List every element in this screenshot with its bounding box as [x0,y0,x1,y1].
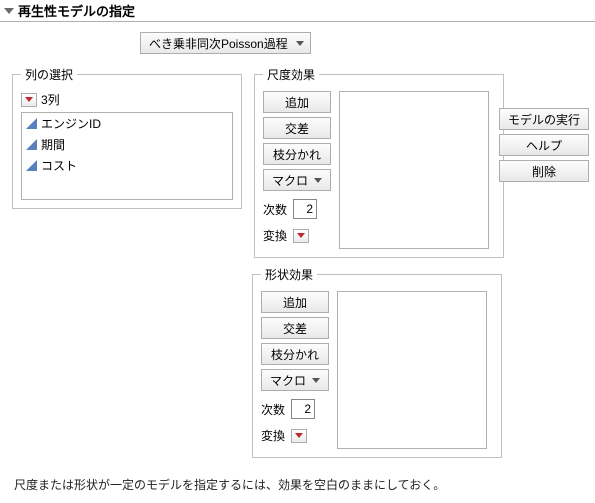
list-item[interactable]: コスト [22,155,232,176]
column-item-label: コスト [41,157,77,174]
red-triangle-icon [295,433,303,438]
shape-effects-legend: 形状効果 [261,266,317,283]
scale-effects-fieldset: 尺度効果 追加 交差 枝分かれ マクロ 次数 変換 [254,66,504,258]
shape-degree-input[interactable] [291,399,315,419]
right-actions: モデルの実行 ヘルプ 削除 [499,108,589,182]
help-button[interactable]: ヘルプ [499,134,589,156]
shape-cross-button[interactable]: 交差 [261,317,329,339]
scale-button-column: 追加 交差 枝分かれ マクロ 次数 変換 [263,91,331,249]
disclosure-triangle-icon[interactable] [4,8,14,14]
list-item[interactable]: エンジンID [22,113,232,134]
scale-effects-inner: 追加 交差 枝分かれ マクロ 次数 変換 [263,91,495,249]
column-count-label: 3列 [41,91,60,108]
delete-button[interactable]: 削除 [499,160,589,182]
scale-cross-button[interactable]: 交差 [263,117,331,139]
content-row-bottom: 形状効果 追加 交差 枝分かれ マクロ 次数 変換 [0,266,595,458]
chevron-down-icon [314,178,322,183]
scale-add-button[interactable]: 追加 [263,91,331,113]
scale-transform-row: 変換 [263,227,331,244]
scale-macro-button[interactable]: マクロ [263,169,331,191]
column-count-row: 3列 [21,91,233,108]
shape-macro-button[interactable]: マクロ [261,369,329,391]
scale-degree-input[interactable] [293,199,317,219]
shape-transform-row: 変換 [261,427,329,444]
column-item-label: エンジンID [41,115,101,132]
scale-macro-label: マクロ [272,172,308,189]
continuous-column-icon [26,139,37,150]
shape-effects-fieldset: 形状効果 追加 交差 枝分かれ マクロ 次数 変換 [252,266,502,458]
run-model-button[interactable]: モデルの実行 [499,108,589,130]
scale-transform-dropdown[interactable] [293,229,309,243]
chevron-down-icon [296,41,304,46]
scale-degree-label: 次数 [263,201,287,218]
scale-nest-button[interactable]: 枝分かれ [263,143,331,165]
scale-degree-row: 次数 [263,199,331,219]
continuous-column-icon [26,118,37,129]
column-item-label: 期間 [41,136,65,153]
chevron-down-icon [312,378,320,383]
red-triangle-icon [25,97,33,102]
column-select-fieldset: 列の選択 3列 エンジンID 期間 コスト [12,66,242,209]
model-type-row: べき乗非同次Poisson過程 [0,22,595,66]
shape-button-column: 追加 交差 枝分かれ マクロ 次数 変換 [261,291,329,449]
red-triangle-icon [297,233,305,238]
shape-macro-label: マクロ [270,372,306,389]
column-select-legend: 列の選択 [21,66,77,83]
shape-transform-dropdown[interactable] [291,429,307,443]
model-type-combo[interactable]: べき乗非同次Poisson過程 [140,32,311,54]
section-header: 再生性モデルの指定 [0,0,595,22]
list-item[interactable]: 期間 [22,134,232,155]
column-count-dropdown[interactable] [21,93,37,107]
scale-transform-label: 変換 [263,227,287,244]
shape-effects-inner: 追加 交差 枝分かれ マクロ 次数 変換 [261,291,493,449]
scale-effects-list[interactable] [339,91,489,249]
section-title: 再生性モデルの指定 [18,1,135,20]
shape-nest-button[interactable]: 枝分かれ [261,343,329,365]
scale-effects-legend: 尺度効果 [263,66,319,83]
continuous-column-icon [26,160,37,171]
shape-transform-label: 変換 [261,427,285,444]
footer-note: 尺度または形状が一定のモデルを指定するには、効果を空白のままにしておく。 [14,476,445,493]
model-type-selected: べき乗非同次Poisson過程 [149,35,288,52]
shape-effects-list[interactable] [337,291,487,449]
shape-degree-label: 次数 [261,401,285,418]
shape-add-button[interactable]: 追加 [261,291,329,313]
column-list[interactable]: エンジンID 期間 コスト [21,112,233,200]
shape-degree-row: 次数 [261,399,329,419]
